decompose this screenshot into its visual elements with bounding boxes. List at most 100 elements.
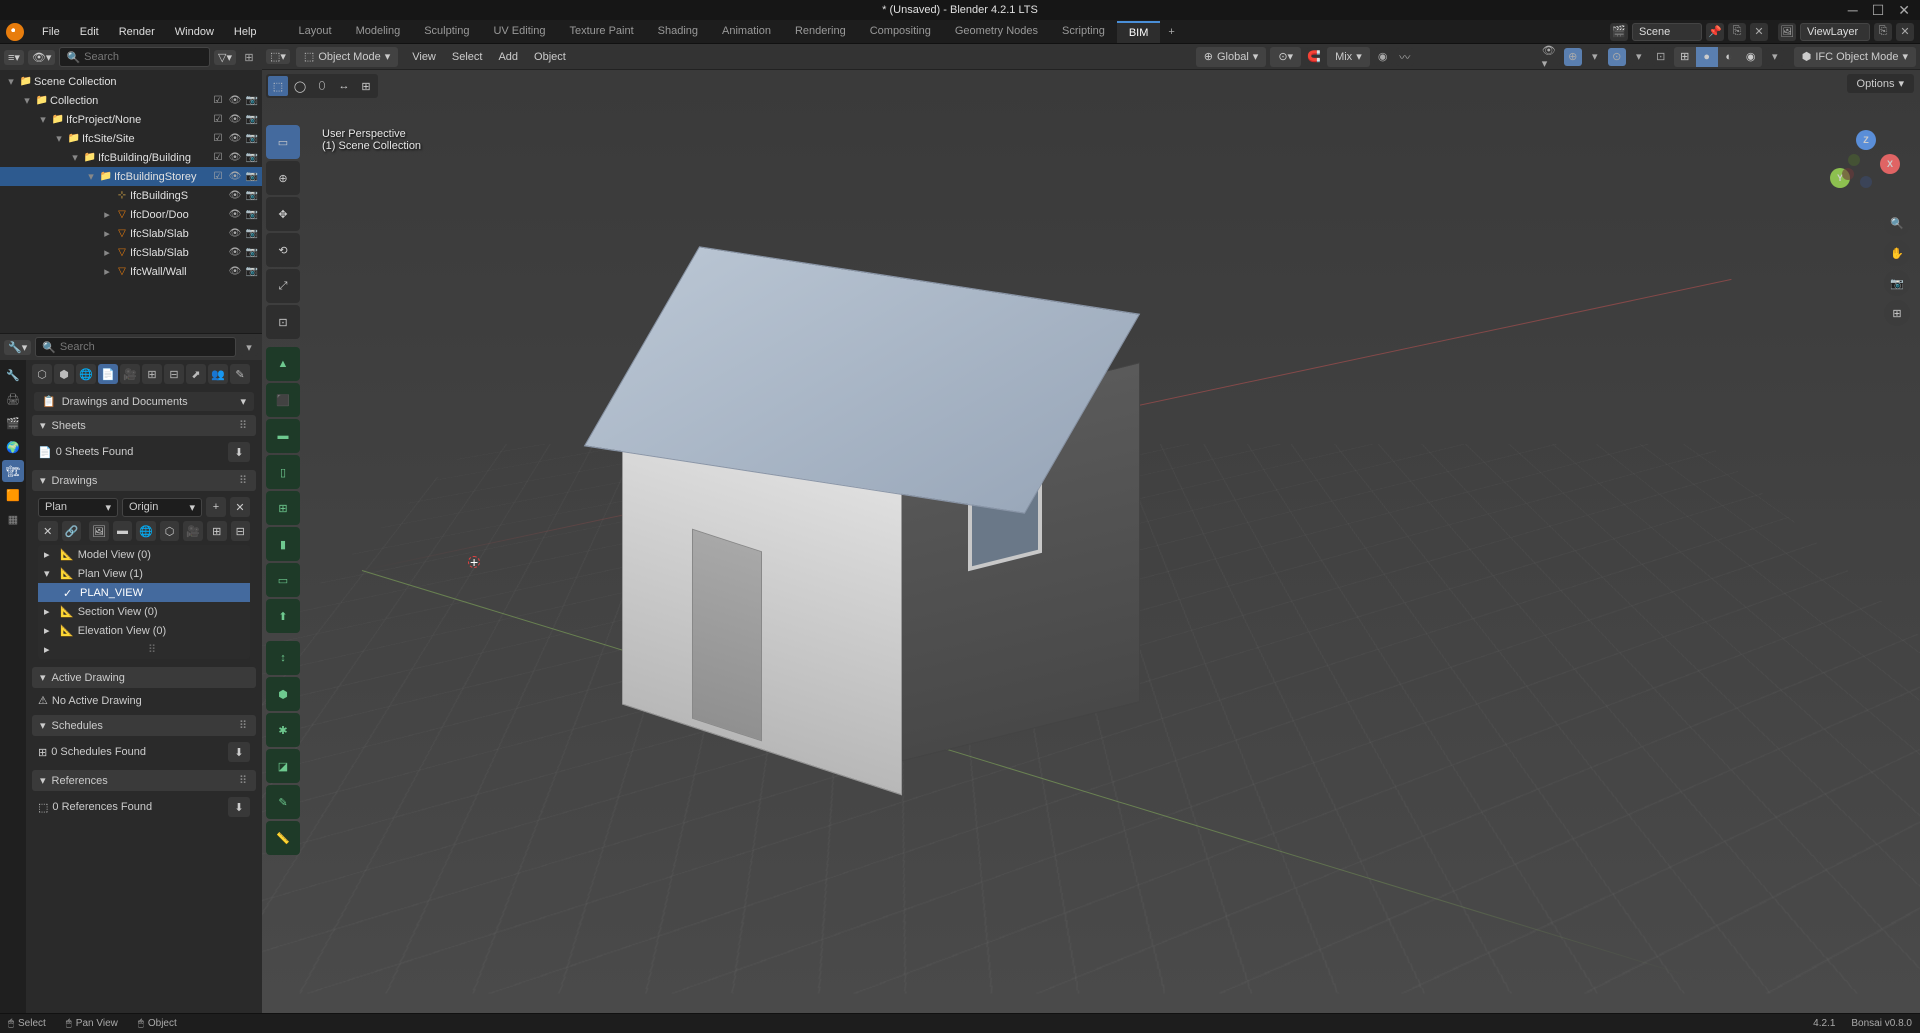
bim-icon-7[interactable]: ⊟ xyxy=(164,364,184,384)
bim-tool-slab[interactable]: ▬ xyxy=(266,419,300,453)
drawing-tool-2[interactable]: ▬ xyxy=(113,521,133,541)
bim-tool-explore[interactable]: ▲ xyxy=(266,347,300,381)
scene-delete-button[interactable]: ✕ xyxy=(1750,23,1768,41)
shading-solid[interactable]: ● xyxy=(1696,47,1718,67)
visibility-toggle[interactable]: 👁 xyxy=(227,131,243,147)
proportional-type[interactable]: 〰 xyxy=(1396,48,1414,66)
tool-move[interactable]: ✥ xyxy=(266,197,300,231)
sheets-import-button[interactable]: ⬇ xyxy=(228,442,250,462)
workspace-tab-layout[interactable]: Layout xyxy=(287,21,344,43)
pan-button[interactable]: ✋ xyxy=(1884,240,1910,266)
exclude-checkbox[interactable]: ☑ xyxy=(210,112,226,128)
tree-toggle[interactable]: ▾ xyxy=(36,113,50,126)
bim-tool-wall[interactable]: ⬛ xyxy=(266,383,300,417)
bim-icon-4[interactable]: 📄 xyxy=(98,364,118,384)
bim-tool-struct[interactable]: ✱ xyxy=(266,713,300,747)
bim-icon-8[interactable]: ⬈ xyxy=(186,364,206,384)
vp-menu-select[interactable]: Select xyxy=(444,51,491,63)
visibility-toggle[interactable]: 👁 xyxy=(227,169,243,185)
visibility-toggle[interactable]: 👁 xyxy=(227,93,243,109)
building-model[interactable] xyxy=(562,240,1122,710)
workspace-tab-uv-editing[interactable]: UV Editing xyxy=(481,21,557,43)
filter-button[interactable]: ▽▾ xyxy=(214,50,236,65)
add-workspace-button[interactable]: + xyxy=(1160,26,1182,38)
references-header[interactable]: ▾References⠿ xyxy=(32,770,256,791)
render-toggle[interactable]: 📷 xyxy=(244,112,260,128)
tool-select[interactable]: ▭ xyxy=(266,125,300,159)
tree-row[interactable]: ▾📁IfcBuilding/Building☑👁📷 xyxy=(0,148,262,167)
bim-icon-5[interactable]: 🎥 xyxy=(120,364,140,384)
tree-toggle[interactable]: ▾ xyxy=(20,94,34,107)
scene-browse-button[interactable]: 🎬 xyxy=(1610,23,1628,41)
gizmo-neg-y[interactable] xyxy=(1848,154,1860,166)
select-lasso-tool[interactable]: ⬯ xyxy=(312,76,332,96)
snap-toggle[interactable]: 🧲 xyxy=(1305,48,1323,66)
visibility-toggle[interactable]: 👁 xyxy=(227,207,243,223)
tree-toggle[interactable]: ▾ xyxy=(68,151,82,164)
schedules-header[interactable]: ▾Schedules⠿ xyxy=(32,715,256,736)
tab-world[interactable]: 🌍 xyxy=(2,436,24,458)
bim-icon-9[interactable]: 👥 xyxy=(208,364,228,384)
drawing-origin-select[interactable]: Origin▾ xyxy=(122,498,202,517)
overlay-toggle[interactable]: ⊙ xyxy=(1608,48,1626,66)
render-toggle[interactable]: 📷 xyxy=(244,93,260,109)
workspace-tab-geometry-nodes[interactable]: Geometry Nodes xyxy=(943,21,1050,43)
tree-toggle[interactable]: ▾ xyxy=(84,170,98,183)
tree-toggle[interactable]: ▾ xyxy=(52,132,66,145)
vp-menu-object[interactable]: Object xyxy=(526,51,574,63)
viewlayer-name-field[interactable]: ViewLayer xyxy=(1800,23,1870,41)
gizmo-neg-z[interactable] xyxy=(1860,176,1872,188)
drawing-type-select[interactable]: Plan▾ xyxy=(38,498,118,517)
tree-toggle[interactable]: ▸ xyxy=(100,208,114,221)
orientation-select[interactable]: ⊕ Global▾ xyxy=(1196,47,1267,67)
editor-type-dropdown[interactable]: ≡▾ xyxy=(4,50,24,65)
vp-editor-type[interactable]: ⬚▾ xyxy=(266,49,290,64)
ifc-mode-select[interactable]: ⬢ IFC Object Mode▾ xyxy=(1794,47,1916,67)
outliner-search[interactable]: 🔍 Search xyxy=(59,47,210,67)
drawing-category-row[interactable]: ▸📐Model View (0) xyxy=(38,545,250,564)
tree-row[interactable]: ▸▽IfcSlab/Slab👁📷 xyxy=(0,224,262,243)
drawing-tool-3[interactable]: 🌐 xyxy=(136,521,156,541)
tree-row[interactable]: ⊹IfcBuildingS👁📷 xyxy=(0,186,262,205)
visibility-toggle[interactable]: 👁 xyxy=(227,264,243,280)
workspace-tab-modeling[interactable]: Modeling xyxy=(344,21,413,43)
drawing-checkbox[interactable]: ✓ xyxy=(62,586,76,600)
visibility-toggle[interactable]: 👁 xyxy=(227,245,243,261)
proportional-toggle[interactable]: ◉ xyxy=(1374,48,1392,66)
remove-drawing-button[interactable]: ✕ xyxy=(230,497,250,517)
bim-icon-6[interactable]: ⊞ xyxy=(142,364,162,384)
bim-icon-3[interactable]: 🌐 xyxy=(76,364,96,384)
perspective-button[interactable]: ⊞ xyxy=(1884,300,1910,326)
bim-tool-column[interactable]: ▮ xyxy=(266,527,300,561)
tree-row[interactable]: ▾📁IfcBuildingStorey☑👁📷 xyxy=(0,167,262,186)
workspace-tab-rendering[interactable]: Rendering xyxy=(783,21,858,43)
tree-row[interactable]: ▾📁Collection☑👁📷 xyxy=(0,91,262,110)
scene-new-button[interactable]: ⎘ xyxy=(1728,23,1746,41)
render-toggle[interactable]: 📷 xyxy=(244,188,260,204)
mode-select[interactable]: ⬚ Object Mode▾ xyxy=(296,47,398,67)
tab-render[interactable]: 🔧 xyxy=(2,364,24,386)
tool-scale[interactable]: ⤢ xyxy=(266,269,300,303)
bim-icon-10[interactable]: ✎ xyxy=(230,364,250,384)
exclude-checkbox[interactable]: ☑ xyxy=(210,150,226,166)
options-button[interactable]: Options▾ xyxy=(1847,74,1914,93)
bim-icon-1[interactable]: ⬡ xyxy=(32,364,52,384)
navigation-gizmo[interactable]: Z X Y xyxy=(1830,130,1900,200)
tree-row[interactable]: ▸▽IfcSlab/Slab👁📷 xyxy=(0,243,262,262)
layer-delete-button[interactable]: ✕ xyxy=(1896,23,1914,41)
render-toggle[interactable]: 📷 xyxy=(244,169,260,185)
bim-tool-beam[interactable]: ▭ xyxy=(266,563,300,597)
gizmo-toggle[interactable]: ⊕ xyxy=(1564,48,1582,66)
vp-menu-view[interactable]: View xyxy=(404,51,444,63)
workspace-tab-texture-paint[interactable]: Texture Paint xyxy=(557,21,645,43)
visibility-toggle[interactable]: 👁 xyxy=(227,188,243,204)
workspace-tab-shading[interactable]: Shading xyxy=(646,21,710,43)
render-toggle[interactable]: 📷 xyxy=(244,226,260,242)
close-button[interactable]: ✕ xyxy=(1898,2,1910,19)
drawing-tool-6[interactable]: ⊞ xyxy=(207,521,227,541)
active-drawing-header[interactable]: ▾Active Drawing xyxy=(32,667,256,688)
menu-file[interactable]: File xyxy=(32,26,70,38)
menu-render[interactable]: Render xyxy=(109,26,165,38)
props-options-button[interactable]: ▾ xyxy=(240,338,258,356)
tab-output[interactable]: 🖨 xyxy=(2,388,24,410)
